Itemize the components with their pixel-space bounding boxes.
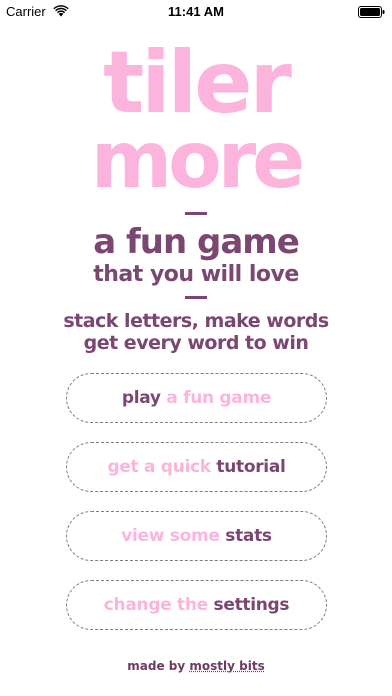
tutorial-button[interactable]: get a quick tutorial bbox=[66, 442, 327, 492]
stats-button[interactable]: view some stats bbox=[66, 511, 327, 561]
footer-brand-link[interactable]: mostly bits bbox=[189, 659, 264, 673]
app-screen: Carrier 11:41 AM tiler more a fun game t… bbox=[0, 0, 392, 696]
divider-top bbox=[185, 212, 207, 215]
logo-title-line1: tiler bbox=[103, 33, 292, 133]
footer-credit: made by mostly bits bbox=[0, 659, 392, 673]
logo-title-line2: more bbox=[90, 116, 305, 206]
description-line1: stack letters, make words bbox=[63, 310, 329, 332]
play-label-soft: a fun game bbox=[160, 388, 272, 408]
tagline-line1: a fun game bbox=[93, 222, 300, 262]
battery-icon bbox=[358, 6, 385, 18]
settings-label-strong: settings bbox=[213, 595, 290, 615]
stats-label-soft: view some bbox=[121, 526, 226, 546]
status-time: 11:41 AM bbox=[168, 4, 224, 19]
settings-label-soft: change the bbox=[103, 595, 214, 615]
tagline-line2: that you will love bbox=[93, 262, 299, 287]
settings-button[interactable]: change the settings bbox=[66, 580, 327, 630]
tutorial-label-strong: tutorial bbox=[216, 457, 286, 477]
description-line2: get every word to win bbox=[83, 332, 309, 354]
footer-prefix: made by bbox=[127, 659, 190, 673]
status-bar: Carrier 11:41 AM bbox=[0, 0, 392, 24]
play-button[interactable]: play a fun game bbox=[66, 373, 327, 423]
tutorial-label-soft: get a quick bbox=[107, 457, 217, 477]
stats-label-strong: stats bbox=[225, 526, 272, 546]
divider-bottom bbox=[185, 296, 207, 299]
play-label-strong: play bbox=[121, 388, 161, 408]
